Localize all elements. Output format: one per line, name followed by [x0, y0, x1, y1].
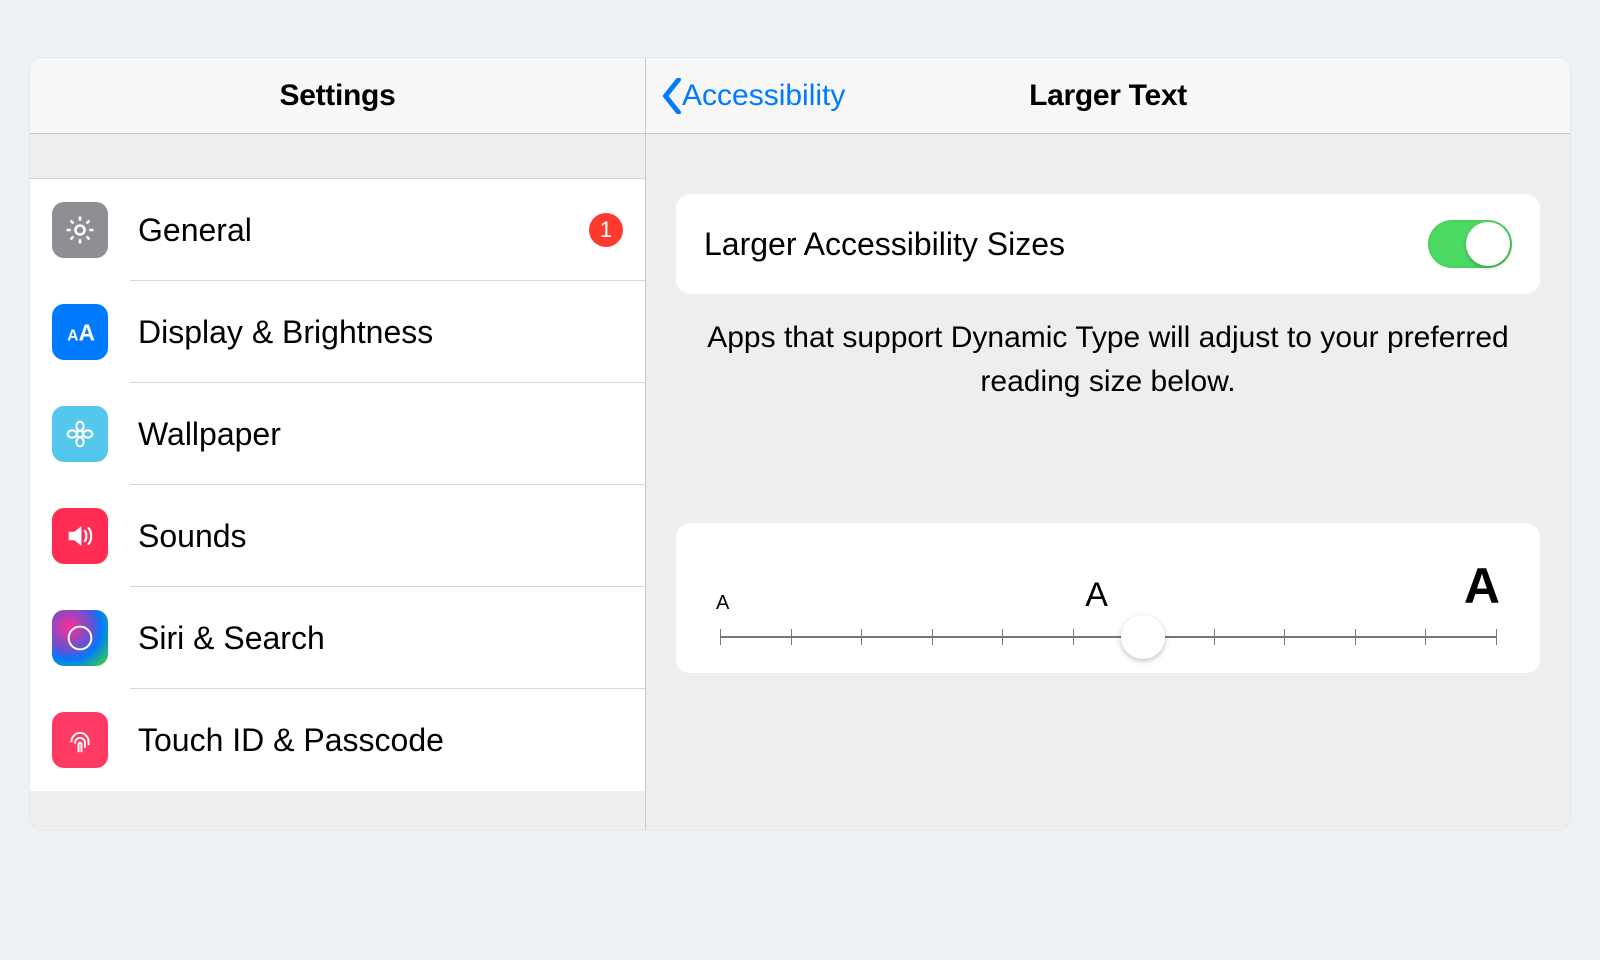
sidebar-item-display-brightness[interactable]: AA Display & Brightness: [30, 281, 645, 383]
detail-navbar: Accessibility Larger Text: [646, 58, 1570, 134]
sidebar-title: Settings: [280, 79, 396, 113]
slider-thumb[interactable]: [1121, 615, 1165, 659]
slider-tick: [720, 629, 721, 645]
notification-badge: 1: [589, 213, 623, 247]
sidebar: Settings General 1 AA Display & Brightne…: [30, 58, 646, 830]
max-size-glyph: A: [1464, 557, 1500, 615]
slider-tick: [1073, 629, 1074, 645]
sidebar-item-general[interactable]: General 1: [30, 179, 645, 281]
size-glyph-row: A A A: [710, 557, 1506, 615]
fingerprint-icon: [52, 712, 108, 768]
slider-tick: [932, 629, 933, 645]
switch-knob: [1466, 222, 1510, 266]
slider-tick: [1284, 629, 1285, 645]
mid-size-glyph: A: [1085, 576, 1108, 615]
slider-rail: [720, 636, 1496, 638]
back-button[interactable]: Accessibility: [662, 58, 845, 133]
detail-body: Larger Accessibility Sizes Apps that sup…: [646, 134, 1570, 830]
sidebar-item-label: General: [138, 212, 589, 249]
speaker-icon: [52, 508, 108, 564]
siri-icon: [52, 610, 108, 666]
sidebar-item-touch-id-passcode[interactable]: Touch ID & Passcode: [30, 689, 645, 791]
sidebar-list[interactable]: General 1 AA Display & Brightness Wallpa…: [30, 134, 645, 830]
sidebar-item-label: Wallpaper: [138, 416, 623, 453]
larger-accessibility-sizes-switch[interactable]: [1428, 220, 1512, 268]
svg-text:A: A: [79, 320, 95, 346]
toggle-card: Larger Accessibility Sizes: [676, 194, 1540, 294]
sidebar-item-label: Sounds: [138, 518, 623, 555]
larger-accessibility-sizes-row: Larger Accessibility Sizes: [676, 194, 1540, 294]
spacer: [30, 134, 645, 178]
sidebar-item-label: Touch ID & Passcode: [138, 722, 623, 759]
slider-tick: [791, 629, 792, 645]
sidebar-item-sounds[interactable]: Sounds: [30, 485, 645, 587]
sidebar-item-label: Display & Brightness: [138, 314, 623, 351]
slider-tick: [861, 629, 862, 645]
text-size-icon: AA: [52, 304, 108, 360]
slider-tick: [1214, 629, 1215, 645]
sidebar-navbar: Settings: [30, 58, 645, 134]
slider-tick: [1355, 629, 1356, 645]
sidebar-item-wallpaper[interactable]: Wallpaper: [30, 383, 645, 485]
flower-icon: [52, 406, 108, 462]
settings-window: Settings General 1 AA Display & Brightne…: [30, 58, 1570, 830]
toggle-label: Larger Accessibility Sizes: [704, 226, 1065, 263]
slider-tick: [1425, 629, 1426, 645]
svg-text:A: A: [67, 328, 78, 345]
dynamic-type-caption: Apps that support Dynamic Type will adju…: [706, 316, 1510, 403]
gear-icon: [52, 202, 108, 258]
sidebar-item-label: Siri & Search: [138, 620, 623, 657]
detail-pane: Accessibility Larger Text Larger Accessi…: [646, 58, 1570, 830]
sidebar-item-siri-search[interactable]: Siri & Search: [30, 587, 645, 689]
chevron-left-icon: [662, 78, 682, 114]
detail-title: Larger Text: [1029, 79, 1187, 113]
text-size-slider[interactable]: [710, 617, 1506, 657]
slider-tick: [1002, 629, 1003, 645]
sidebar-cells: General 1 AA Display & Brightness Wallpa…: [30, 178, 645, 791]
text-size-slider-card: A A A: [676, 523, 1540, 673]
min-size-glyph: A: [716, 592, 729, 615]
back-label: Accessibility: [682, 79, 845, 113]
spacer: [646, 134, 1570, 194]
slider-tick: [1496, 629, 1497, 645]
